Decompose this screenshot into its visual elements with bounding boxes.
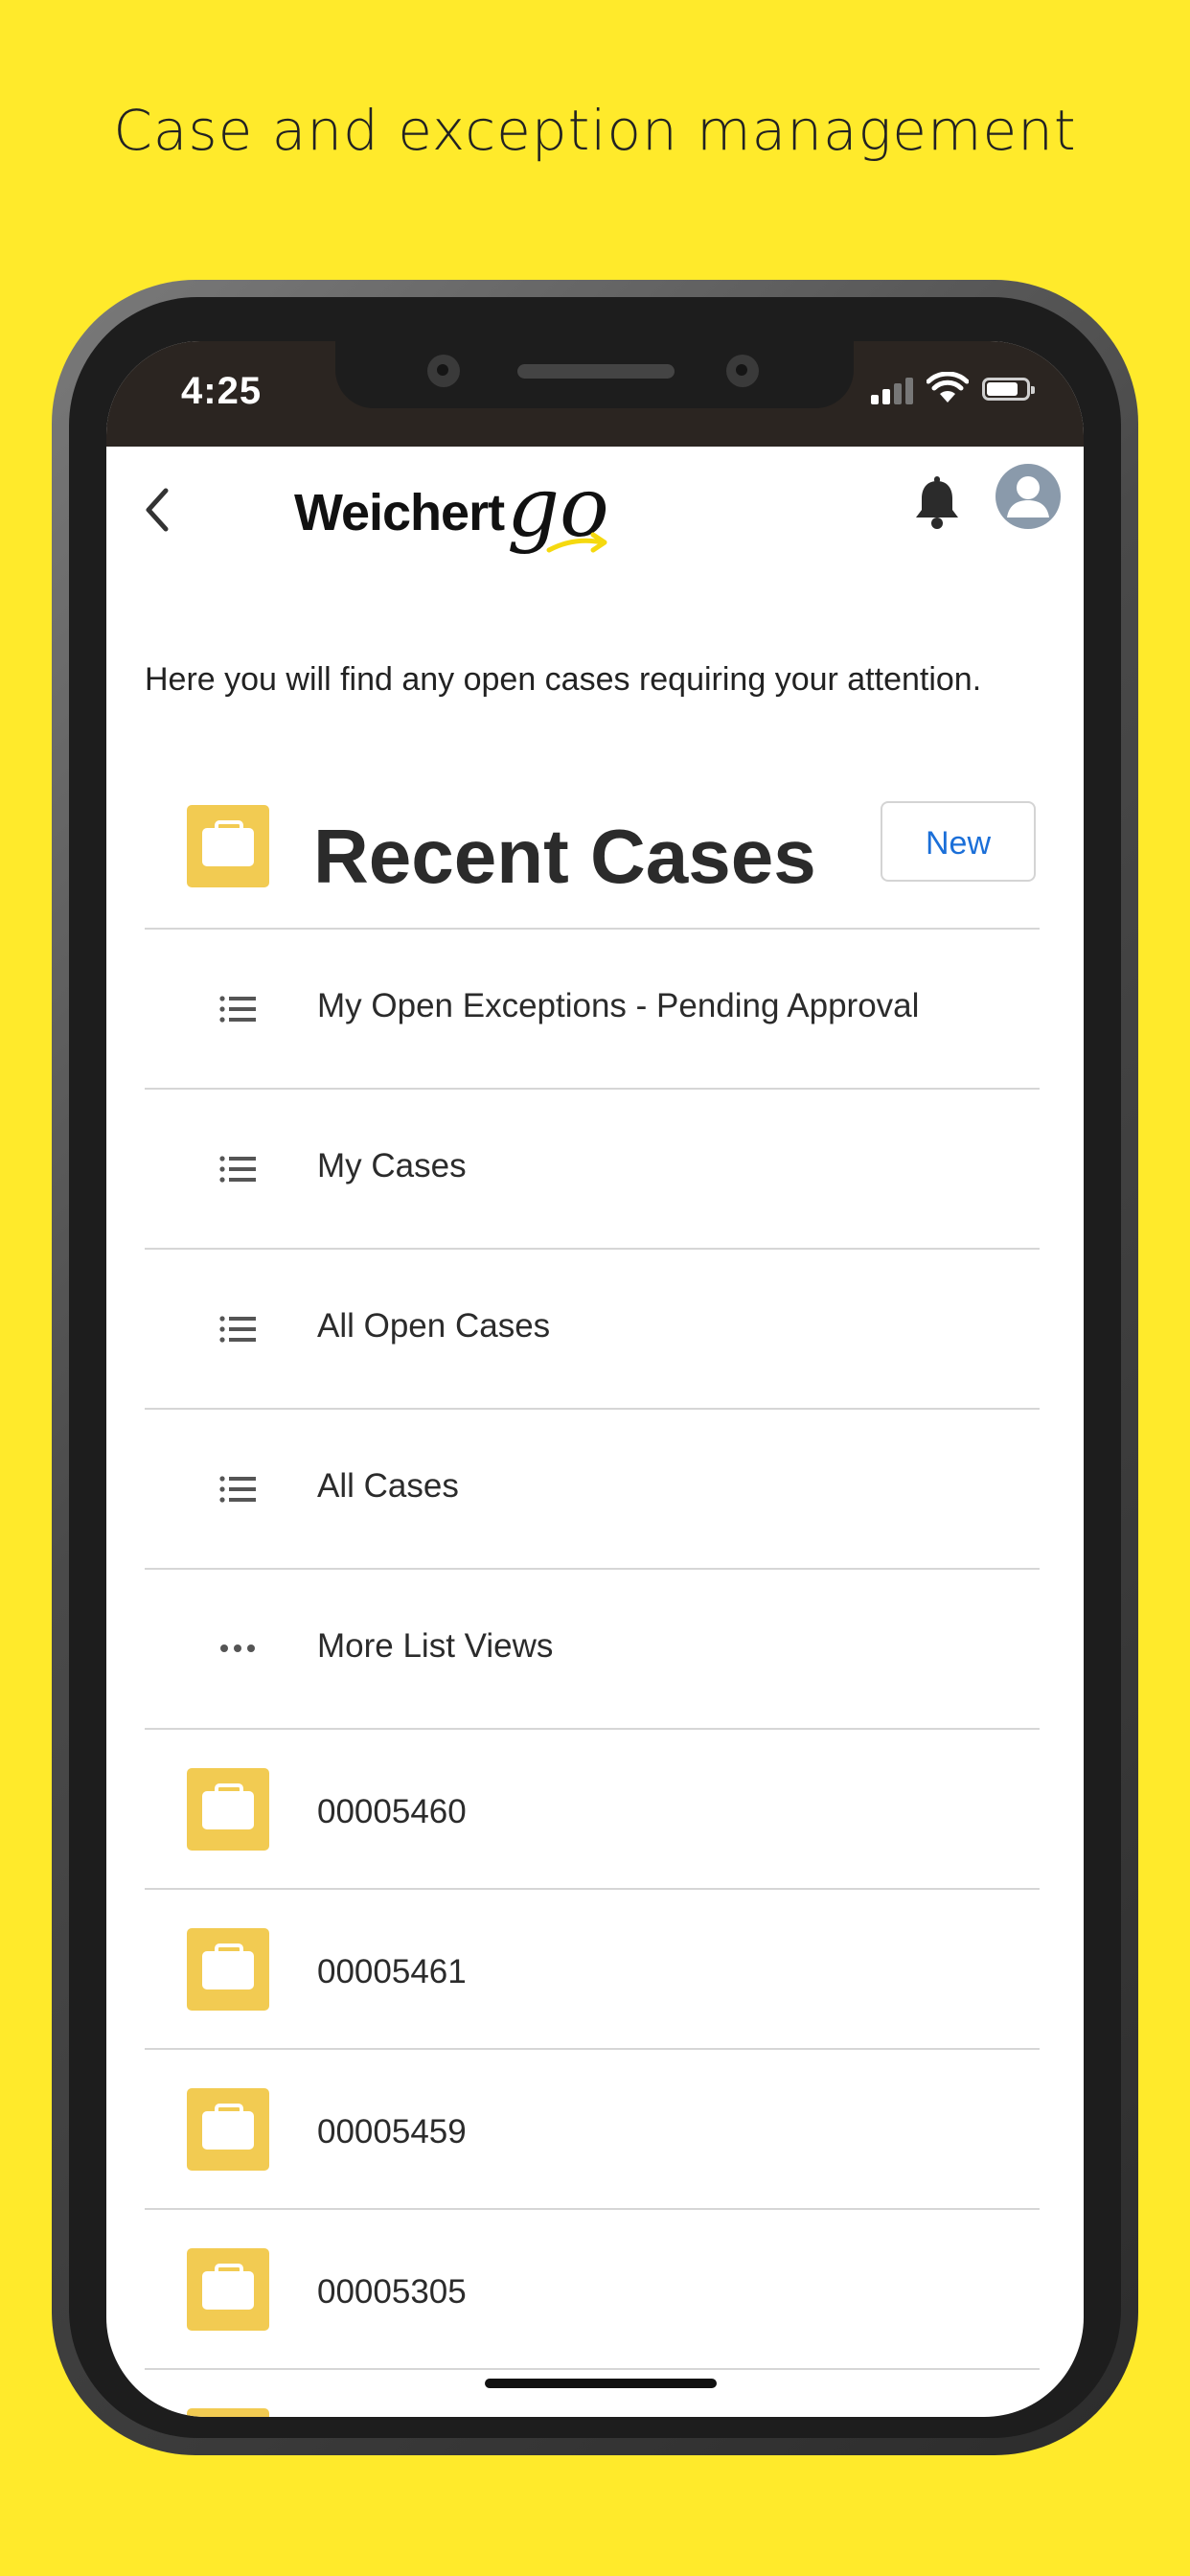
list-view-item[interactable]: My Cases bbox=[145, 1088, 1040, 1248]
list-view-item[interactable]: My Open Exceptions - Pending Approval bbox=[145, 928, 1040, 1088]
case-row[interactable]: 00005460 bbox=[145, 1728, 1040, 1888]
home-indicator[interactable] bbox=[485, 2379, 717, 2388]
case-row-partial[interactable] bbox=[145, 2368, 1040, 2417]
list-view-label: My Open Exceptions - Pending Approval bbox=[317, 987, 920, 1024]
list-view-item[interactable]: All Open Cases bbox=[145, 1248, 1040, 1408]
list-view-label: More List Views bbox=[317, 1627, 554, 1665]
list-icon bbox=[219, 1316, 256, 1343]
battery-icon bbox=[982, 378, 1035, 401]
logo-arrow-icon bbox=[546, 532, 607, 553]
briefcase-icon bbox=[187, 1768, 269, 1851]
briefcase-icon bbox=[187, 2408, 269, 2417]
phone-screen: 4:25 Weichert go Here you will find any … bbox=[106, 341, 1084, 2417]
case-number: 00005459 bbox=[317, 2113, 467, 2150]
list-icon bbox=[219, 1476, 256, 1503]
cellular-signal-icon bbox=[871, 376, 915, 404]
briefcase-icon bbox=[187, 805, 269, 887]
briefcase-icon bbox=[187, 2248, 269, 2331]
list-icon bbox=[219, 996, 256, 1023]
front-camera-icon bbox=[427, 355, 460, 387]
case-number: 00005460 bbox=[317, 1793, 467, 1830]
more-dots-icon bbox=[220, 1644, 255, 1652]
case-number: 00005305 bbox=[317, 2273, 467, 2311]
earpiece-speaker bbox=[517, 364, 675, 379]
section-title: Recent Cases bbox=[313, 814, 816, 899]
list-view-label: My Cases bbox=[317, 1147, 467, 1184]
list-icon bbox=[219, 1156, 256, 1183]
app-header: Weichert go bbox=[106, 447, 1084, 571]
sensor-icon bbox=[726, 355, 759, 387]
promo-headline: Case and exception management bbox=[113, 98, 1077, 163]
briefcase-icon bbox=[187, 2088, 269, 2171]
recent-cases-header: Recent Cases New bbox=[145, 792, 1040, 901]
new-case-button[interactable]: New bbox=[881, 801, 1036, 882]
case-row[interactable]: 00005459 bbox=[145, 2048, 1040, 2208]
briefcase-icon bbox=[187, 1928, 269, 2011]
more-list-views-item[interactable]: More List Views bbox=[145, 1568, 1040, 1728]
list-view-label: All Cases bbox=[317, 1467, 459, 1505]
status-time: 4:25 bbox=[181, 370, 263, 412]
case-row[interactable]: 00005461 bbox=[145, 1888, 1040, 2048]
list-view-label: All Open Cases bbox=[317, 1307, 551, 1345]
logo-brand-text: Weichert bbox=[294, 484, 505, 541]
user-silhouette-icon bbox=[1007, 476, 1049, 518]
case-number: 00005461 bbox=[317, 1953, 467, 1990]
list-view-item[interactable]: All Cases bbox=[145, 1408, 1040, 1568]
wifi-icon bbox=[927, 372, 969, 402]
intro-text: Here you will find any open cases requir… bbox=[145, 661, 982, 698]
back-chevron-icon[interactable] bbox=[133, 481, 181, 539]
camera-notch bbox=[335, 341, 854, 408]
user-avatar[interactable] bbox=[995, 464, 1061, 529]
status-bar: 4:25 bbox=[106, 341, 1084, 447]
case-row[interactable]: 00005305 bbox=[145, 2208, 1040, 2368]
cases-list: My Open Exceptions - Pending Approval My… bbox=[145, 928, 1040, 2417]
notification-bell-icon[interactable] bbox=[911, 475, 963, 533]
